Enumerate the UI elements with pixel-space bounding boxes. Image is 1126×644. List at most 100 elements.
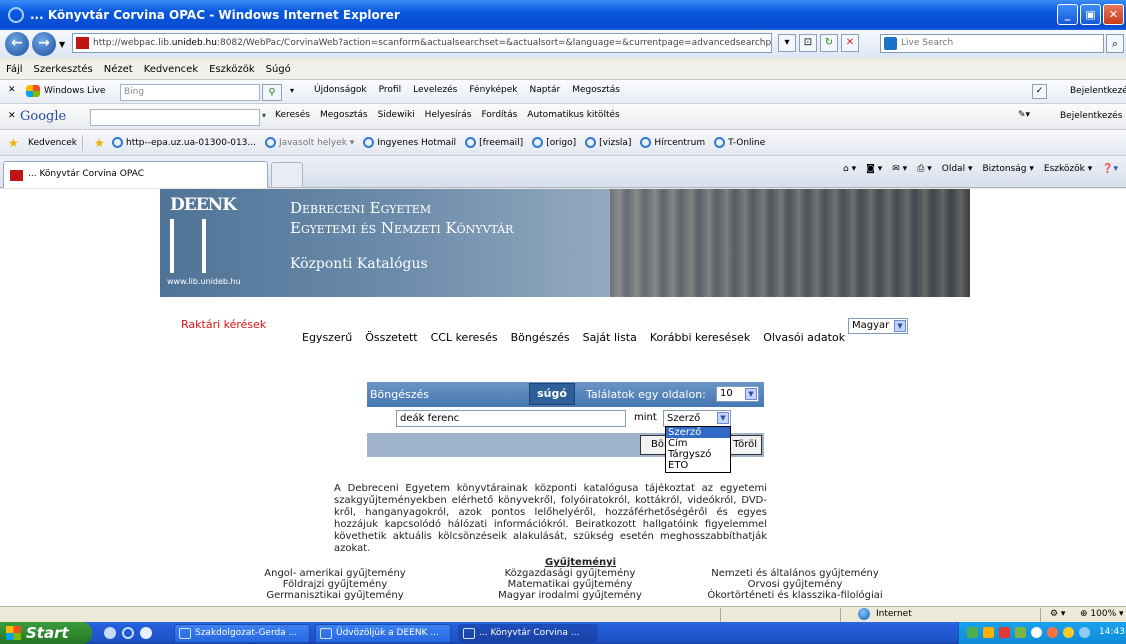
tray-app-icon[interactable]: [1047, 627, 1058, 638]
fav-item-6[interactable]: Hírcentrum: [640, 137, 705, 148]
nav-complex[interactable]: Összetett: [365, 331, 417, 344]
collection-link[interactable]: Földrajzi gyűjtemény: [250, 579, 420, 590]
menu-view[interactable]: Nézet: [104, 64, 133, 75]
nav-simple[interactable]: Egyszerű: [302, 331, 352, 344]
forward-button[interactable]: →: [32, 32, 56, 56]
quicklaunch-media-icon[interactable]: [140, 627, 152, 639]
tray-volume-icon[interactable]: [1031, 627, 1042, 638]
url-field[interactable]: http://webpac.lib.unideb.hu:8082/WebPac/…: [72, 33, 772, 53]
wl-signin-link[interactable]: Bejelentkezés: [1070, 86, 1126, 96]
google-settings-icon[interactable]: ✎▾: [1018, 110, 1030, 120]
collection-link[interactable]: Angol- amerikai gyűjtemény: [250, 568, 420, 579]
google-search-input[interactable]: [90, 109, 260, 126]
google-signin-link[interactable]: Bejelentkezés: [1060, 111, 1122, 121]
field-option-title[interactable]: Cím: [666, 438, 730, 449]
google-autofill-button[interactable]: Automatikus kitöltés: [527, 110, 619, 120]
field-select[interactable]: Szerző ▼: [663, 410, 731, 427]
nav-browse[interactable]: Böngészés: [511, 331, 570, 344]
tray-update-icon[interactable]: [1015, 627, 1026, 638]
google-sidewiki-button[interactable]: Sidewiki: [378, 110, 415, 120]
zoom-control[interactable]: ⊕ 100% ▾: [1080, 609, 1124, 619]
google-close-icon[interactable]: ✕: [8, 111, 16, 121]
minimize-button[interactable]: _: [1057, 4, 1078, 25]
collection-link[interactable]: Magyar irodalmi gyűjtemény: [480, 590, 660, 601]
menu-favorites[interactable]: Kedvencek: [144, 64, 198, 75]
browse-query-input[interactable]: deák ferenc: [396, 410, 626, 427]
bing-search-input[interactable]: Bing: [120, 84, 260, 101]
home-icon[interactable]: ⌂ ▾: [843, 164, 856, 174]
fav-item-5[interactable]: [vizsla]: [585, 137, 631, 148]
favorites-button[interactable]: Kedvencek: [28, 138, 77, 148]
fav-item-4[interactable]: [origo]: [532, 137, 576, 148]
per-page-select[interactable]: 10 ▼: [716, 386, 759, 402]
wl-share[interactable]: Megosztás: [572, 85, 620, 95]
feeds-icon[interactable]: ◙ ▾: [866, 164, 882, 174]
fav-item-2[interactable]: Ingyenes Hotmail: [363, 137, 456, 148]
tray-messenger-icon[interactable]: [1063, 627, 1074, 638]
quicklaunch-ie-icon[interactable]: [122, 627, 134, 639]
start-button[interactable]: Start: [0, 622, 92, 644]
collection-link[interactable]: Ókortörténeti és klasszika-filológiai: [680, 590, 910, 601]
tray-antivirus-icon[interactable]: [999, 627, 1010, 638]
wl-dropdown-icon[interactable]: ▾: [290, 86, 294, 95]
tray-security-icon[interactable]: [983, 627, 994, 638]
nav-my-list[interactable]: Saját lista: [583, 331, 637, 344]
collection-link[interactable]: Orvosi gyűjtemény: [680, 579, 910, 590]
fav-item-3[interactable]: [freemail]: [465, 137, 523, 148]
task-ie-deenk[interactable]: Üdvözöljük a DEENK ...: [315, 624, 451, 643]
compatibility-icon[interactable]: ⊡: [799, 34, 817, 52]
tab-corvina-opac[interactable]: ... Könyvtár Corvina OPAC: [3, 161, 268, 188]
language-select[interactable]: Magyar ▼: [848, 318, 908, 334]
collection-link[interactable]: Közgazdasági gyűjtemény: [480, 568, 660, 579]
tray-network-icon[interactable]: [967, 627, 978, 638]
wl-close-icon[interactable]: ✕: [8, 85, 16, 95]
print-icon[interactable]: ⎙ ▾: [917, 164, 932, 174]
fav-item-0[interactable]: http--epa.uz.ua-01300-013...: [112, 137, 256, 148]
stop-icon[interactable]: ✕: [841, 34, 859, 52]
menu-edit[interactable]: Szerkesztés: [34, 64, 93, 75]
menu-help[interactable]: Súgó: [266, 64, 291, 75]
history-dropdown-icon[interactable]: ▼: [59, 40, 65, 49]
google-translate-button[interactable]: Fordítás: [481, 110, 517, 120]
maximize-button[interactable]: ▣: [1080, 4, 1101, 25]
menu-file[interactable]: Fájl: [6, 64, 23, 75]
field-option-subject[interactable]: Tárgyszó: [666, 449, 730, 460]
collections-heading[interactable]: Gyűjteményi: [545, 557, 616, 568]
google-search-button[interactable]: Keresés: [275, 110, 310, 120]
add-favorite-icon[interactable]: ★: [94, 136, 105, 150]
protected-mode-icon[interactable]: ⚙ ▾: [1050, 609, 1065, 619]
close-button[interactable]: ✕: [1103, 4, 1124, 25]
wl-checkbox-icon[interactable]: ✓: [1032, 84, 1047, 99]
nav-previous-searches[interactable]: Korábbi keresések: [650, 331, 750, 344]
google-spellcheck-button[interactable]: Helyesírás: [425, 110, 472, 120]
task-word-document[interactable]: Szakdolgozat-Gerda ...: [174, 624, 310, 643]
wl-news[interactable]: Újdonságok: [314, 85, 367, 95]
wl-photos[interactable]: Fényképek: [469, 85, 517, 95]
help-icon[interactable]: ❓▾: [1102, 164, 1118, 174]
nav-reader-data[interactable]: Olvasói adatok: [763, 331, 845, 344]
bing-go-icon[interactable]: ⚲: [262, 84, 282, 101]
collection-link[interactable]: Germanisztikai gyűjtemény: [250, 590, 420, 601]
task-ie-corvina[interactable]: ... Könyvtár Corvina ...: [458, 624, 598, 643]
safety-menu[interactable]: Biztonság ▾: [982, 164, 1033, 174]
fav-item-7[interactable]: T-Online: [714, 137, 765, 148]
quicklaunch-browser-icon[interactable]: [104, 627, 116, 639]
url-dropdown-icon[interactable]: ▾: [778, 34, 796, 52]
nav-ccl[interactable]: CCL keresés: [431, 331, 498, 344]
back-button[interactable]: ←: [5, 32, 29, 56]
search-icon[interactable]: ⌕: [1106, 34, 1124, 53]
tray-clock[interactable]: 14:43: [1099, 627, 1125, 637]
wl-profile[interactable]: Profil: [379, 85, 401, 95]
fav-item-1[interactable]: Javasolt helyek ▾: [265, 137, 354, 148]
help-button[interactable]: súgó: [529, 383, 575, 405]
raktari-link[interactable]: Raktári kérések: [181, 318, 266, 331]
wl-calendar[interactable]: Naptár: [530, 85, 561, 95]
refresh-icon[interactable]: ↻: [820, 34, 838, 52]
collection-link[interactable]: Matematikai gyűjtemény: [480, 579, 660, 590]
google-search-dropdown-icon[interactable]: ▾: [262, 111, 266, 120]
tools-menu[interactable]: Eszközök ▾: [1044, 164, 1092, 174]
field-option-author[interactable]: Szerző: [666, 427, 730, 438]
new-tab-button[interactable]: [271, 162, 303, 187]
page-menu[interactable]: Oldal ▾: [942, 164, 973, 174]
menu-tools[interactable]: Eszközök: [209, 64, 255, 75]
